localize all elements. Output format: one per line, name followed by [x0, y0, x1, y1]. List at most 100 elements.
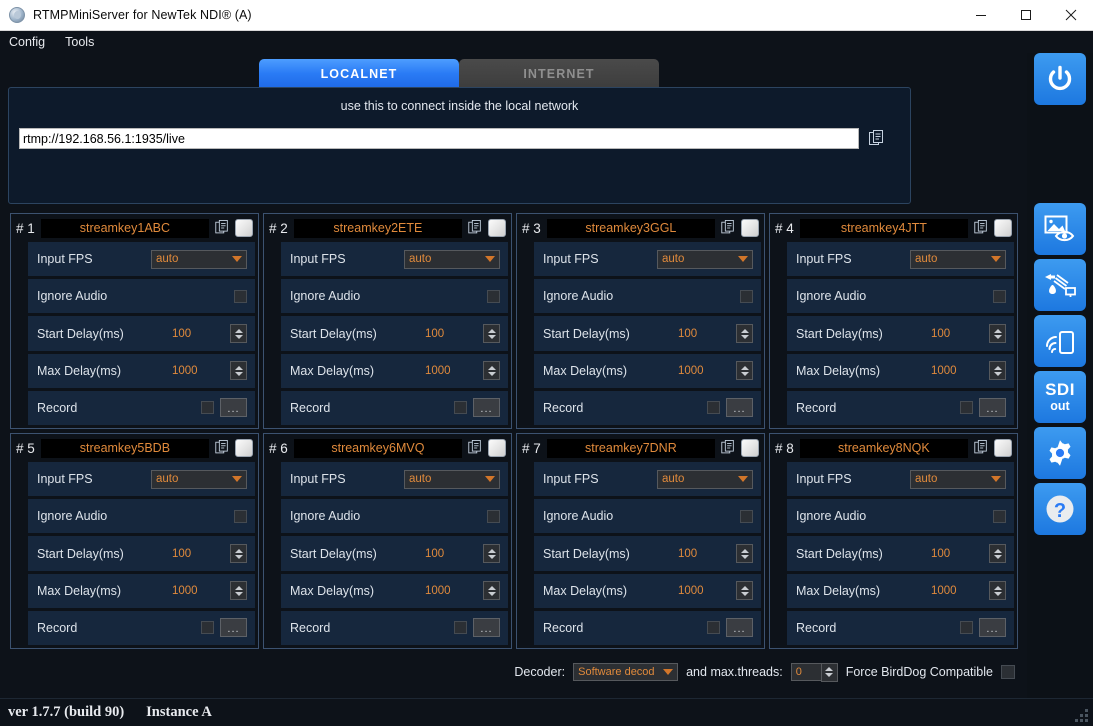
channel-enable-checkbox[interactable]	[488, 219, 506, 237]
ignore-audio-checkbox[interactable]	[993, 289, 1006, 303]
channel-enable-checkbox[interactable]	[741, 439, 759, 457]
stream-key-field[interactable]: streamkey2ETE	[293, 218, 462, 238]
max-delay-value[interactable]: 1000	[172, 365, 224, 377]
sdi-out-button[interactable]: SDI out	[1034, 371, 1086, 423]
stream-key-field[interactable]: streamkey6MVQ	[293, 438, 462, 458]
max-delay-stepper[interactable]	[230, 361, 247, 381]
record-checkbox[interactable]	[707, 401, 720, 415]
stream-key-field[interactable]: streamkey1ABC	[40, 218, 209, 238]
mobile-button[interactable]	[1034, 315, 1086, 367]
rtmp-url-input[interactable]	[19, 128, 859, 149]
input-fps-select[interactable]: auto	[910, 249, 1006, 269]
maximize-icon[interactable]	[1003, 0, 1048, 31]
stream-key-field[interactable]: streamkey5BDB	[40, 438, 209, 458]
start-delay-stepper[interactable]	[989, 324, 1006, 343]
max-delay-stepper[interactable]	[989, 361, 1006, 381]
start-delay-value[interactable]: 100	[172, 548, 224, 560]
record-path-browse-button[interactable]: ...	[726, 618, 753, 638]
start-delay-stepper[interactable]	[483, 324, 500, 343]
start-delay-stepper[interactable]	[736, 324, 753, 343]
max-delay-value[interactable]: 1000	[172, 585, 224, 597]
start-delay-stepper[interactable]	[230, 324, 247, 343]
max-delay-stepper[interactable]	[736, 361, 753, 381]
menu-item-config[interactable]: Config	[9, 35, 45, 49]
resize-grip[interactable]	[1075, 709, 1088, 722]
max-delay-stepper[interactable]	[989, 581, 1006, 601]
record-path-browse-button[interactable]: ...	[726, 398, 753, 418]
channel-enable-checkbox[interactable]	[235, 219, 253, 237]
ignore-audio-checkbox[interactable]	[234, 289, 247, 303]
tab-localnet[interactable]: LOCALNET	[259, 59, 459, 88]
max-delay-value[interactable]: 1000	[425, 365, 477, 377]
channel-enable-checkbox[interactable]	[741, 219, 759, 237]
channel-enable-checkbox[interactable]	[994, 219, 1012, 237]
help-button[interactable]: ?	[1034, 483, 1086, 535]
force-birddog-checkbox[interactable]	[1001, 665, 1015, 679]
record-checkbox[interactable]	[960, 621, 973, 635]
max-delay-value[interactable]: 1000	[678, 365, 730, 377]
copy-stream-key-icon[interactable]	[215, 440, 229, 456]
record-path-browse-button[interactable]: ...	[979, 398, 1006, 418]
close-icon[interactable]	[1048, 0, 1093, 31]
ignore-audio-checkbox[interactable]	[487, 509, 500, 523]
record-path-browse-button[interactable]: ...	[220, 398, 247, 418]
start-delay-value[interactable]: 100	[678, 328, 730, 340]
decoder-select[interactable]: Software decod	[573, 663, 679, 681]
record-path-browse-button[interactable]: ...	[979, 618, 1006, 638]
ignore-audio-checkbox[interactable]	[234, 509, 247, 523]
copy-stream-key-icon[interactable]	[721, 220, 735, 236]
record-path-browse-button[interactable]: ...	[473, 398, 500, 418]
max-delay-value[interactable]: 1000	[678, 585, 730, 597]
copy-stream-key-icon[interactable]	[721, 440, 735, 456]
max-delay-value[interactable]: 1000	[931, 365, 983, 377]
channel-enable-checkbox[interactable]	[994, 439, 1012, 457]
preview-button[interactable]	[1034, 203, 1086, 255]
copy-stream-key-icon[interactable]	[468, 220, 482, 236]
input-fps-select[interactable]: auto	[657, 469, 753, 489]
record-checkbox[interactable]	[454, 621, 467, 635]
ignore-audio-checkbox[interactable]	[740, 509, 753, 523]
record-checkbox[interactable]	[201, 621, 214, 635]
copy-stream-key-icon[interactable]	[468, 440, 482, 456]
ignore-audio-checkbox[interactable]	[993, 509, 1006, 523]
ignore-audio-checkbox[interactable]	[487, 289, 500, 303]
menu-item-tools[interactable]: Tools	[65, 35, 94, 49]
input-fps-select[interactable]: auto	[151, 249, 247, 269]
max-delay-stepper[interactable]	[483, 361, 500, 381]
max-delay-value[interactable]: 1000	[425, 585, 477, 597]
ignore-audio-checkbox[interactable]	[740, 289, 753, 303]
tab-internet[interactable]: INTERNET	[459, 59, 659, 88]
start-delay-value[interactable]: 100	[425, 548, 477, 560]
start-delay-value[interactable]: 100	[931, 328, 983, 340]
start-delay-value[interactable]: 100	[172, 328, 224, 340]
copy-stream-key-icon[interactable]	[974, 220, 988, 236]
record-path-browse-button[interactable]: ...	[473, 618, 500, 638]
tools-button[interactable]	[1034, 259, 1086, 311]
stream-key-field[interactable]: streamkey3GGL	[546, 218, 715, 238]
record-path-browse-button[interactable]: ...	[220, 618, 247, 638]
minimize-icon[interactable]	[958, 0, 1003, 31]
copy-stream-key-icon[interactable]	[215, 220, 229, 236]
max-delay-stepper[interactable]	[483, 581, 500, 601]
max-delay-stepper[interactable]	[736, 581, 753, 601]
copy-document-icon[interactable]	[869, 129, 884, 148]
stream-key-field[interactable]: streamkey4JTT	[799, 218, 968, 238]
record-checkbox[interactable]	[960, 401, 973, 415]
input-fps-select[interactable]: auto	[657, 249, 753, 269]
start-delay-stepper[interactable]	[483, 544, 500, 563]
start-delay-stepper[interactable]	[989, 544, 1006, 563]
max-threads-value[interactable]: 0	[790, 663, 821, 681]
start-delay-stepper[interactable]	[230, 544, 247, 563]
record-checkbox[interactable]	[707, 621, 720, 635]
record-checkbox[interactable]	[454, 401, 467, 415]
stream-key-field[interactable]: streamkey8NQK	[799, 438, 968, 458]
settings-button[interactable]	[1034, 427, 1086, 479]
input-fps-select[interactable]: auto	[404, 469, 500, 489]
input-fps-select[interactable]: auto	[404, 249, 500, 269]
record-checkbox[interactable]	[201, 401, 214, 415]
power-button[interactable]	[1034, 53, 1086, 105]
channel-enable-checkbox[interactable]	[235, 439, 253, 457]
max-delay-value[interactable]: 1000	[931, 585, 983, 597]
max-delay-stepper[interactable]	[230, 581, 247, 601]
channel-enable-checkbox[interactable]	[488, 439, 506, 457]
